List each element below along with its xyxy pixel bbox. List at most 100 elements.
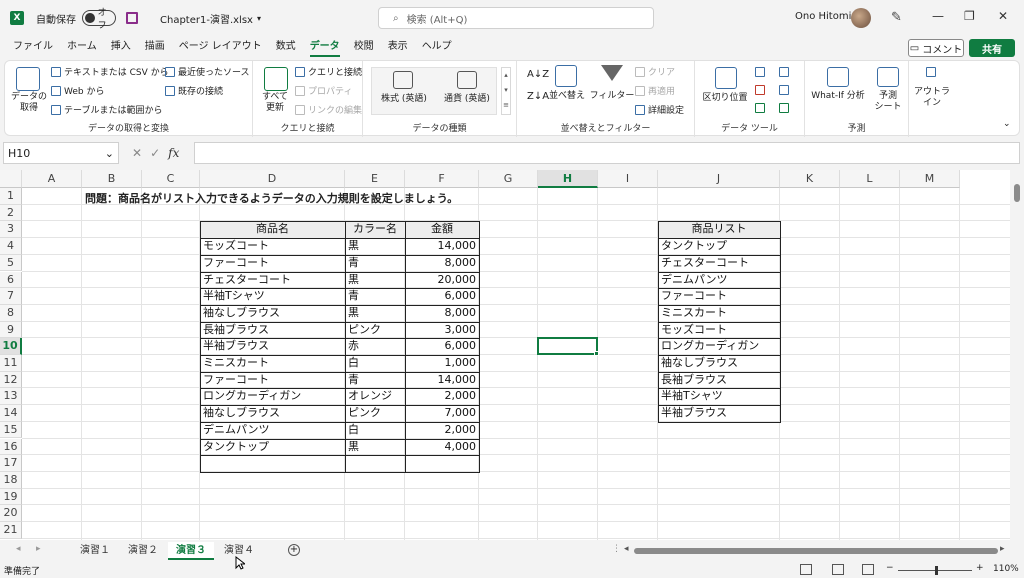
reapply-button[interactable]: 再適用 (635, 84, 675, 97)
column-header-g[interactable]: G (479, 170, 538, 188)
table-cell-product[interactable]: ミニスカート (200, 355, 345, 372)
list-item[interactable]: 長袖ブラウス (658, 372, 780, 389)
row-header-10[interactable]: 10 (0, 338, 22, 355)
column-header-a[interactable]: A (22, 170, 82, 188)
sheet-tab-2[interactable]: 演習２ (120, 542, 166, 560)
row-header-8[interactable]: 8 (0, 304, 22, 322)
table-cell-color[interactable]: ピンク (345, 322, 405, 339)
tab-home[interactable]: ホーム (60, 36, 104, 58)
row-header-9[interactable]: 9 (0, 321, 22, 339)
table-cell-product[interactable]: ロングカーディガン (200, 388, 345, 405)
row-header-20[interactable]: 20 (0, 505, 22, 522)
insert-function-button[interactable]: fx (168, 146, 179, 160)
column-header-f[interactable]: F (405, 170, 479, 188)
save-icon[interactable] (126, 12, 138, 24)
worksheet-grid[interactable]: A B C D E F G H I J K L M 1 2 3 4 5 6 7 8 9 10 11 12 13 14 15 16 17 18… (0, 170, 1010, 540)
table-cell-color[interactable] (345, 455, 405, 472)
list-item[interactable]: ファーコート (658, 288, 780, 305)
data-validation-icon[interactable] (755, 103, 765, 113)
data-model-icon[interactable] (779, 103, 789, 113)
relationships-icon[interactable] (779, 85, 789, 95)
get-data-button[interactable]: データの 取得 (9, 92, 49, 114)
row-header-17[interactable]: 17 (0, 455, 22, 472)
from-text-csv-button[interactable]: テキストまたは CSV から (51, 65, 169, 78)
list-item[interactable]: チェスターコート (658, 255, 780, 272)
sheet-tab-1[interactable]: 演習１ (72, 542, 118, 560)
table-cell-price[interactable]: 14,000 (405, 238, 479, 255)
existing-connections-button[interactable]: 既存の接続 (165, 84, 223, 97)
table-cell-product[interactable]: 長袖ブラウス (200, 322, 345, 339)
row-header-11[interactable]: 11 (0, 355, 22, 372)
file-name[interactable]: Chapter1-演習.xlsx (160, 11, 253, 26)
row-header-7[interactable]: 7 (0, 288, 22, 305)
column-header-d[interactable]: D (200, 170, 345, 188)
tab-file[interactable]: ファイル (6, 36, 60, 58)
table-cell-price[interactable]: 7,000 (405, 405, 479, 422)
table-cell-color[interactable]: 白 (345, 355, 405, 372)
table-cell-color[interactable]: 白 (345, 422, 405, 439)
list-item[interactable]: 半袖ブラウス (658, 405, 780, 422)
tab-help[interactable]: ヘルプ (415, 36, 459, 58)
row-header-5[interactable]: 5 (0, 254, 22, 272)
prev-sheet-icon[interactable]: ◂ (16, 544, 21, 554)
sort-desc-icon[interactable]: Z↓A (527, 91, 549, 102)
formula-input[interactable] (194, 142, 1020, 164)
column-header-e[interactable]: E (345, 170, 405, 188)
table-cell-price[interactable]: 3,000 (405, 322, 479, 339)
share-button[interactable]: 共有 (969, 39, 1015, 57)
tab-data[interactable]: データ (303, 36, 347, 58)
table-cell-price[interactable]: 20,000 (405, 272, 479, 289)
table-cell-price[interactable]: 2,000 (405, 388, 479, 405)
list-item[interactable]: 半袖Tシャツ (658, 388, 780, 405)
row-header-21[interactable]: 21 (0, 522, 22, 539)
table-cell-price[interactable]: 6,000 (405, 338, 479, 355)
sort-asc-icon[interactable]: A↓Z (527, 69, 549, 80)
table-header-color[interactable]: カラー名 (345, 221, 405, 238)
currencies-button[interactable]: 通貨 (英語) (439, 94, 495, 105)
list-item[interactable]: デニムパンツ (658, 272, 780, 289)
scroll-left-icon[interactable]: ◂ (624, 544, 629, 554)
table-cell-color[interactable]: 黒 (345, 439, 405, 456)
page-break-view-icon[interactable] (862, 564, 874, 575)
table-cell-color[interactable]: 黒 (345, 238, 405, 255)
pen-icon[interactable]: ✎ (891, 10, 902, 25)
row-header-19[interactable]: 19 (0, 488, 22, 506)
split-handle-icon[interactable]: ⋮ (612, 544, 621, 554)
from-web-button[interactable]: Web から (51, 84, 104, 97)
row-header-12[interactable]: 12 (0, 371, 22, 389)
table-cell-product[interactable]: タンクトップ (200, 439, 345, 456)
properties-button[interactable]: プロパティ (295, 84, 352, 97)
tab-review[interactable]: 校閲 (347, 36, 381, 58)
chevron-down-icon[interactable]: ▾ (257, 14, 261, 23)
horizontal-scroll-thumb[interactable] (634, 548, 998, 554)
add-sheet-icon[interactable]: + (288, 544, 300, 556)
row-header-4[interactable]: 4 (0, 238, 22, 255)
normal-view-icon[interactable] (800, 564, 812, 575)
table-cell-product[interactable]: チェスターコート (200, 272, 345, 289)
edit-links-button[interactable]: リンクの編集 (295, 103, 362, 116)
stocks-button[interactable]: 株式 (英語) (377, 94, 431, 105)
fill-handle[interactable] (594, 351, 599, 356)
tab-view[interactable]: 表示 (381, 36, 415, 58)
select-all-corner[interactable] (0, 170, 22, 188)
table-cell-price[interactable] (405, 455, 479, 472)
table-cell-product[interactable]: 袖なしブラウス (200, 405, 345, 422)
filter-button[interactable]: フィルター (589, 91, 635, 102)
remove-duplicates-icon[interactable] (755, 85, 765, 95)
table-cell-product[interactable]: 半袖ブラウス (200, 338, 345, 355)
column-header-l[interactable]: L (840, 170, 900, 188)
table-cell-product[interactable]: 半袖Tシャツ (200, 288, 345, 305)
zoom-level[interactable]: 110% (993, 564, 1019, 574)
row-header-18[interactable]: 18 (0, 471, 22, 489)
list-item[interactable]: ロングカーディガン (658, 338, 780, 355)
list-item[interactable]: タンクトップ (658, 238, 780, 255)
column-header-c[interactable]: C (142, 170, 200, 188)
advanced-filter-button[interactable]: 詳細設定 (635, 103, 684, 116)
vertical-scroll-thumb[interactable] (1014, 184, 1020, 202)
table-cell-price[interactable]: 4,000 (405, 439, 479, 456)
zoom-in-icon[interactable]: + (976, 563, 984, 573)
comment-button[interactable]: ▭ コメント (908, 39, 964, 57)
tab-page-layout[interactable]: ページ レイアウト (172, 36, 269, 58)
refresh-all-button[interactable]: すべて 更新 (255, 92, 295, 114)
queries-connections-button[interactable]: クエリと接続 (295, 65, 362, 78)
